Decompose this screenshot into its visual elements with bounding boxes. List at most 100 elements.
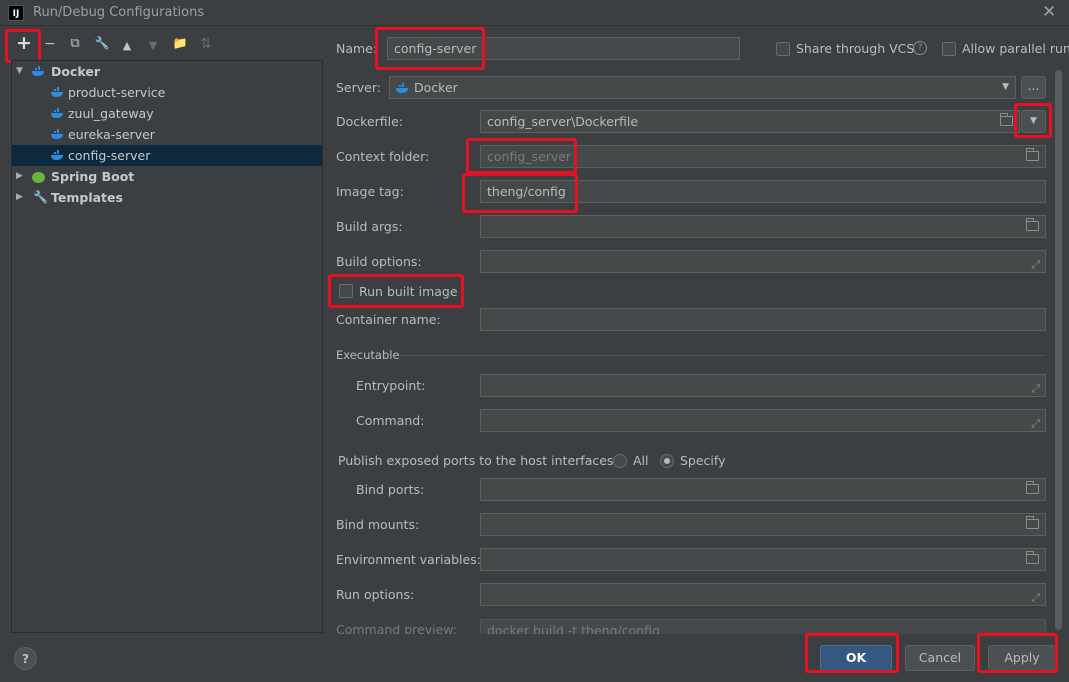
run-built-image-checkbox[interactable] xyxy=(339,284,353,298)
dockerfile-dropdown-button[interactable]: ▼ xyxy=(1021,110,1046,133)
wrench-icon[interactable]: 🔧 xyxy=(93,36,111,50)
command-preview-field: docker build -t theng/config xyxy=(480,619,1046,634)
executable-group-label: Executable xyxy=(336,348,400,362)
publish-ports-label: Publish exposed ports to the host interf… xyxy=(338,453,618,468)
tree-label: zuul_gateway xyxy=(68,106,154,121)
entrypoint-label: Entrypoint: xyxy=(356,378,426,393)
build-options-input[interactable]: ⤢ xyxy=(480,250,1046,273)
add-configuration-button[interactable]: + xyxy=(15,32,33,54)
dockerfile-value: config_server\Dockerfile xyxy=(487,114,639,129)
container-name-label: Container name: xyxy=(336,312,441,327)
bind-mounts-label: Bind mounts: xyxy=(336,517,420,532)
tree-item-eureka-server[interactable]: eureka-server xyxy=(12,124,322,145)
docker-whale-icon xyxy=(51,150,63,160)
bind-ports-input[interactable] xyxy=(480,478,1046,501)
expand-icon[interactable]: ⤢ xyxy=(1031,587,1040,605)
form-scrollbar[interactable] xyxy=(1055,70,1062,630)
radio-specify-label: Specify xyxy=(680,453,726,468)
new-folder-button[interactable]: 📁 xyxy=(171,36,189,50)
expand-icon[interactable]: ⤢ xyxy=(1031,413,1040,431)
build-options-label: Build options: xyxy=(336,254,422,269)
move-down-button[interactable]: ▼ xyxy=(144,39,162,52)
tree-label-spring-boot: Spring Boot xyxy=(51,169,135,184)
folder-icon[interactable] xyxy=(1026,516,1039,529)
env-vars-input[interactable] xyxy=(480,548,1046,571)
folder-icon[interactable] xyxy=(1026,481,1039,494)
tree-item-spring-boot[interactable]: ▶ Spring Boot xyxy=(12,166,322,187)
docker-whale-icon xyxy=(51,108,63,118)
tree-label-templates: Templates xyxy=(51,190,123,205)
share-vcs-label: Share through VCS xyxy=(796,41,915,56)
chevron-down-icon[interactable]: ▼ xyxy=(1002,77,1009,98)
radio-all[interactable] xyxy=(613,454,627,468)
server-more-button[interactable]: ... xyxy=(1021,76,1046,99)
folder-icon[interactable] xyxy=(1026,551,1039,564)
name-label: Name: xyxy=(336,41,378,56)
entrypoint-input[interactable]: ⤢ xyxy=(480,374,1046,397)
chevron-down-icon[interactable]: ▼ xyxy=(16,61,23,82)
tree-item-zuul-gateway[interactable]: zuul_gateway xyxy=(12,103,322,124)
run-built-image-label: Run built image xyxy=(359,284,458,299)
close-icon[interactable]: ✕ xyxy=(1042,2,1056,22)
bind-ports-label: Bind ports: xyxy=(356,482,425,497)
chevron-right-icon[interactable]: ▶ xyxy=(16,187,23,208)
spring-boot-icon xyxy=(32,172,45,183)
dockerfile-label: Dockerfile: xyxy=(336,114,404,129)
command-label: Command: xyxy=(356,413,425,428)
tree-item-config-server[interactable]: config-server xyxy=(12,145,322,166)
build-args-label: Build args: xyxy=(336,219,403,234)
apply-button[interactable]: Apply xyxy=(988,645,1056,671)
command-preview-label: Command preview: xyxy=(336,622,458,634)
server-select[interactable]: Docker ▼ xyxy=(389,76,1016,99)
tree-item-docker[interactable]: ▼ Docker xyxy=(12,61,322,82)
context-folder-label: Context folder: xyxy=(336,149,430,164)
executable-separator xyxy=(400,355,1046,356)
move-up-button[interactable]: ▲ xyxy=(118,39,136,52)
build-args-input[interactable] xyxy=(480,215,1046,238)
image-tag-label: Image tag: xyxy=(336,184,404,199)
expand-icon[interactable]: ⤢ xyxy=(1031,378,1040,396)
tree-label: product-service xyxy=(68,85,166,100)
command-preview-row: Command preview: docker build -t theng/c… xyxy=(330,618,1050,634)
tree-label: eureka-server xyxy=(68,127,155,142)
remove-configuration-button[interactable]: − xyxy=(41,36,59,52)
docker-whale-icon xyxy=(396,83,408,93)
folder-icon[interactable] xyxy=(1026,148,1039,161)
run-options-input[interactable]: ⤢ xyxy=(480,583,1046,606)
configuration-tree: ▼ Docker product-service zuul_gateway eu… xyxy=(11,60,323,633)
allow-parallel-label: Allow parallel run xyxy=(962,41,1069,56)
bind-mounts-input[interactable] xyxy=(480,513,1046,536)
server-value: Docker xyxy=(414,80,458,95)
dockerfile-input[interactable]: config_server\Dockerfile xyxy=(480,110,1020,133)
docker-whale-icon xyxy=(51,129,63,139)
sort-button[interactable]: ⇅ xyxy=(197,36,215,52)
tree-label: config-server xyxy=(68,148,151,163)
cancel-button[interactable]: Cancel xyxy=(905,645,975,671)
ok-button[interactable]: OK xyxy=(820,645,892,671)
help-button[interactable]: ? xyxy=(14,647,37,670)
tree-item-templates[interactable]: ▶ 🔧 Templates xyxy=(12,187,322,208)
share-vcs-checkbox[interactable] xyxy=(776,42,790,56)
intellij-app-icon: IJ xyxy=(8,5,24,21)
wrench-icon: 🔧 xyxy=(33,190,48,204)
chevron-right-icon[interactable]: ▶ xyxy=(16,166,23,187)
tree-item-product-service[interactable]: product-service xyxy=(12,82,322,103)
run-options-label: Run options: xyxy=(336,587,415,602)
context-folder-input[interactable]: config_server xyxy=(480,145,1046,168)
copy-configuration-button[interactable]: ⧉ xyxy=(66,36,84,51)
window-title: Run/Debug Configurations xyxy=(33,5,205,20)
help-circle-icon[interactable]: ? xyxy=(913,41,927,55)
tree-label-docker: Docker xyxy=(51,64,100,79)
docker-whale-icon xyxy=(32,66,44,76)
folder-icon[interactable] xyxy=(1000,113,1013,126)
command-input[interactable]: ⤢ xyxy=(480,409,1046,432)
expand-icon[interactable]: ⤢ xyxy=(1031,254,1040,272)
container-name-input[interactable] xyxy=(480,308,1046,331)
env-vars-label: Environment variables: xyxy=(336,552,481,567)
allow-parallel-checkbox[interactable] xyxy=(942,42,956,56)
name-input[interactable]: config-server xyxy=(387,37,740,60)
folder-icon[interactable] xyxy=(1026,218,1039,231)
radio-specify[interactable] xyxy=(660,454,674,468)
context-folder-value: config_server xyxy=(487,149,572,164)
image-tag-input[interactable]: theng/config xyxy=(480,180,1046,203)
